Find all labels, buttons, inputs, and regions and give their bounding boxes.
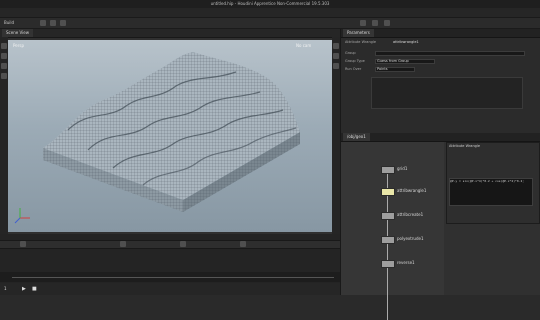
group-type-select[interactable]: Guess from Group	[375, 59, 435, 64]
param-label: Group Type	[345, 59, 365, 63]
viewport-tabs: Scene View	[0, 29, 340, 38]
node-label: polyextrude1	[397, 236, 424, 241]
param-label: Group	[345, 51, 356, 55]
scale-tool-icon[interactable]	[1, 73, 7, 79]
node-label: attribcreate1	[397, 212, 424, 217]
status-icon[interactable]	[20, 241, 26, 247]
param-label: Run Over	[345, 67, 362, 71]
display-option-icon[interactable]	[333, 43, 339, 49]
node-grid1[interactable]	[381, 166, 395, 174]
node-type-label: Attribute Wrangle	[345, 40, 377, 44]
viewport-right-toolbar	[332, 37, 340, 234]
playbar: 1 ▶ ■	[0, 283, 340, 295]
display-option-icon[interactable]	[333, 53, 339, 59]
run-over-select[interactable]: Points	[375, 67, 415, 72]
vex-panel-title: Attribute Wrangle	[449, 144, 481, 148]
select-tool-icon[interactable]	[1, 43, 7, 49]
node-reverse1[interactable]	[381, 260, 395, 268]
node-label: grid1	[397, 166, 408, 171]
shelf-tool-icon[interactable]	[40, 20, 46, 26]
tab-scene-view[interactable]: Scene View	[2, 29, 33, 37]
shelf-tool-icon[interactable]	[360, 20, 366, 26]
stop-icon[interactable]: ■	[32, 286, 37, 292]
node-label: attribwrangle1	[397, 188, 427, 193]
status-icon[interactable]	[120, 241, 126, 247]
window-title: untitled.hip - Houdini Apprentice Non-Co…	[210, 1, 330, 6]
view-label[interactable]: No cam	[296, 43, 311, 48]
param-field-group[interactable]	[371, 77, 523, 109]
shelf-tool-icon[interactable]	[384, 20, 390, 26]
vex-code-editor[interactable]: @P.y = sin(@P.x*4)*0.2 + cos(@P.z*4)*0.2…	[449, 178, 533, 206]
node-label: reverse1	[397, 260, 415, 265]
viewport-left-toolbar	[0, 37, 8, 234]
tab-parameters[interactable]: Parameters	[343, 29, 374, 37]
status-icon[interactable]	[180, 241, 186, 247]
terrain-mesh	[14, 52, 300, 224]
viewport-status-bar	[0, 240, 340, 249]
play-icon[interactable]: ▶	[22, 286, 26, 292]
node-attribwrangle1[interactable]	[381, 188, 395, 196]
desktop-label[interactable]: Build	[4, 18, 14, 28]
desktop-bar: Build	[0, 18, 540, 29]
3d-viewport[interactable]	[8, 40, 332, 232]
shelf-tool-icon[interactable]	[372, 20, 378, 26]
shelf-tool-icon[interactable]	[60, 20, 66, 26]
rotate-tool-icon[interactable]	[1, 63, 7, 69]
parameter-panel: Parameters Attribute Wrangle attribwrang…	[340, 29, 540, 133]
camera-label[interactable]: Persp	[13, 43, 24, 48]
move-tool-icon[interactable]	[1, 53, 7, 59]
title-bar: untitled.hip - Houdini Apprentice Non-Co…	[0, 0, 540, 8]
timeline[interactable]	[0, 272, 340, 282]
node-name-field[interactable]: attribwrangle1	[393, 40, 419, 45]
shelf-tool-icon[interactable]	[50, 20, 56, 26]
node-polyextrude1[interactable]	[381, 236, 395, 244]
network-canvas[interactable]: grid1 attribwrangle1 attribcreate1 polye…	[341, 142, 444, 320]
frame-field[interactable]: 1	[4, 286, 7, 291]
display-option-icon[interactable]	[333, 63, 339, 69]
node-attribcreate1[interactable]	[381, 212, 395, 220]
status-icon[interactable]	[240, 241, 246, 247]
menu-bar: File Edit Render Assets Windows Help	[0, 8, 540, 24]
group-field[interactable]	[375, 51, 525, 56]
tab-network-path[interactable]: /obj/geo1	[343, 133, 370, 141]
